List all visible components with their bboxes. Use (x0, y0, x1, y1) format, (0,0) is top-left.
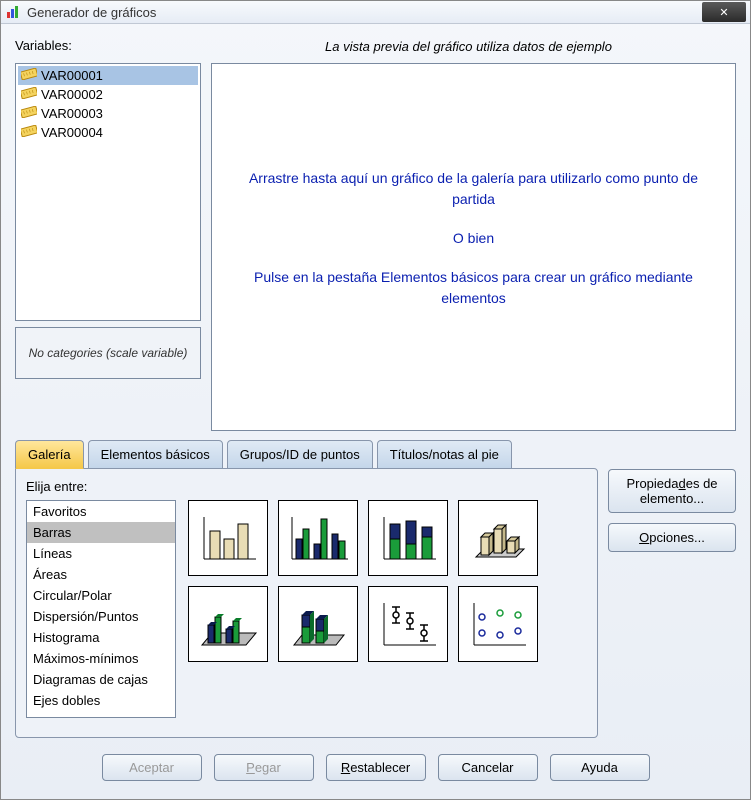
chart-type-item[interactable]: Barras (27, 522, 175, 543)
variable-item[interactable]: VAR00001 (18, 66, 198, 85)
variables-label: Variables: (15, 38, 201, 53)
choose-among-label: Elija entre: (26, 479, 587, 494)
chart-type-item[interactable]: Favoritos (27, 501, 175, 522)
variable-item[interactable]: VAR00002 (18, 85, 198, 104)
options-button[interactable]: Opciones... (608, 523, 736, 552)
tab-t-tulos-notas-al-pie[interactable]: Títulos/notas al pie (377, 440, 512, 469)
preview-msg-or: O bien (453, 228, 494, 249)
variables-list[interactable]: VAR00001 VAR00002 VAR00003 VAR00004 (15, 63, 201, 321)
variable-name: VAR00002 (41, 87, 103, 102)
preview-msg-drag: Arrastre hasta aquí un gráfico de la gal… (232, 168, 715, 210)
ruler-icon (21, 87, 37, 102)
chart-type-item[interactable]: Circular/Polar (27, 585, 175, 606)
tab-strip: GaleríaElementos básicosGrupos/ID de pun… (15, 439, 598, 468)
reset-button[interactable]: Restablecer (326, 754, 426, 781)
thumb-scatter-dot[interactable] (458, 586, 538, 662)
chart-type-item[interactable]: Áreas (27, 564, 175, 585)
thumb-stacked-bar[interactable] (368, 500, 448, 576)
thumb-simple-bar[interactable] (188, 500, 268, 576)
chart-type-list[interactable]: FavoritosBarrasLíneasÁreasCircular/Polar… (26, 500, 176, 718)
app-icon (5, 4, 21, 20)
dialog-button-bar: Aceptar Pegar Restablecer Cancelar Ayuda (15, 746, 736, 785)
thumb-3d-bar[interactable] (458, 500, 538, 576)
tab-grupos-id-de-puntos[interactable]: Grupos/ID de puntos (227, 440, 373, 469)
gallery-tab-body: Elija entre: FavoritosBarrasLíneasÁreasC… (15, 468, 598, 738)
variable-name: VAR00001 (41, 68, 103, 83)
help-button[interactable]: Ayuda (550, 754, 650, 781)
thumb-3d-clustered-bar[interactable] (188, 586, 268, 662)
element-properties-button[interactable]: Propiedades de elemento... (608, 469, 736, 513)
categories-box: No categories (scale variable) (15, 327, 201, 379)
chart-type-item[interactable]: Ejes dobles (27, 690, 175, 711)
preview-msg-click: Pulse en la pestaña Elementos básicos pa… (232, 267, 715, 309)
chart-type-item[interactable]: Máximos-mínimos (27, 648, 175, 669)
ruler-icon (21, 125, 37, 140)
variable-name: VAR00003 (41, 106, 103, 121)
chart-thumbnails (188, 500, 587, 718)
tab-elementos-b-sicos[interactable]: Elementos básicos (88, 440, 223, 469)
thumb-3d-stacked-bar[interactable] (278, 586, 358, 662)
titlebar: Generador de gráficos ✕ (1, 1, 750, 24)
ruler-icon (21, 68, 37, 83)
thumb-clustered-bar[interactable] (278, 500, 358, 576)
accept-button[interactable]: Aceptar (102, 754, 202, 781)
chart-type-item[interactable]: Histograma (27, 627, 175, 648)
chart-type-item[interactable]: Diagramas de cajas (27, 669, 175, 690)
tab-galer-a[interactable]: Galería (15, 440, 84, 469)
chart-builder-dialog: Generador de gráficos ✕ Variables: La vi… (0, 0, 751, 800)
window-title: Generador de gráficos (27, 5, 702, 20)
ruler-icon (21, 106, 37, 121)
close-button[interactable]: ✕ (702, 2, 746, 22)
thumb-error-bar[interactable] (368, 586, 448, 662)
variable-name: VAR00004 (41, 125, 103, 140)
chart-type-item[interactable]: Líneas (27, 543, 175, 564)
paste-button[interactable]: Pegar (214, 754, 314, 781)
chart-type-item[interactable]: Dispersión/Puntos (27, 606, 175, 627)
variable-item[interactable]: VAR00004 (18, 123, 198, 142)
variable-item[interactable]: VAR00003 (18, 104, 198, 123)
cancel-button[interactable]: Cancelar (438, 754, 538, 781)
preview-hint-label: La vista previa del gráfico utiliza dato… (201, 39, 736, 54)
chart-preview-dropzone[interactable]: Arrastre hasta aquí un gráfico de la gal… (211, 63, 736, 431)
